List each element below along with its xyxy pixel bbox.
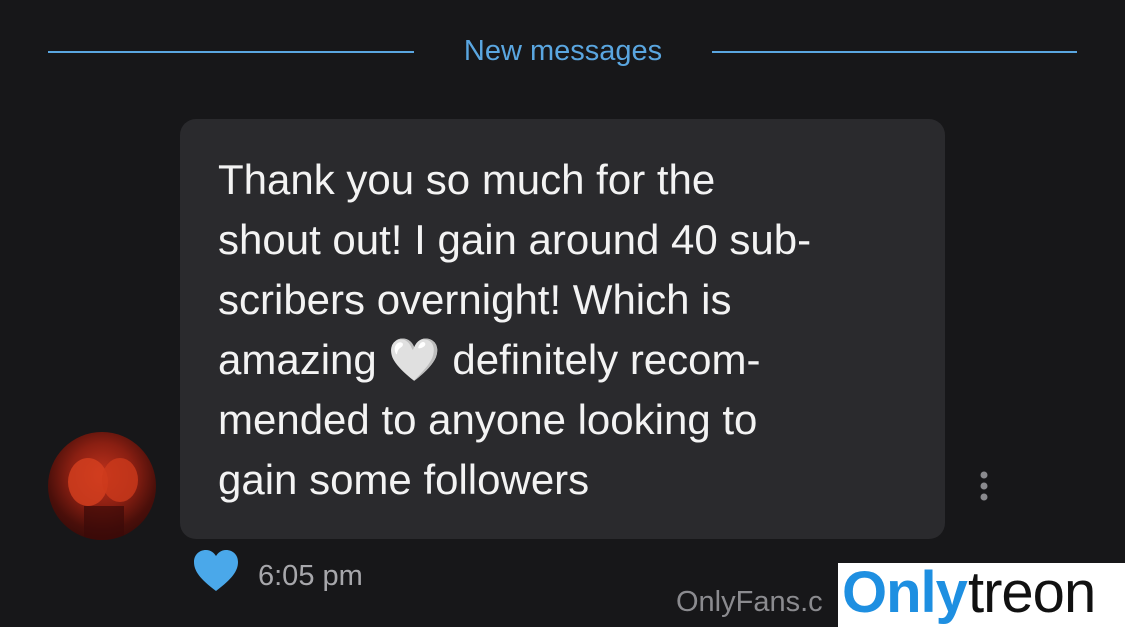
like-button[interactable] (192, 549, 240, 593)
watermark-logo-treon: treon (968, 563, 1096, 625)
more-options-button[interactable] (972, 468, 996, 508)
divider-line-left (48, 51, 414, 53)
more-vertical-icon (980, 471, 988, 501)
message-text: Thank you so much for the shout out! I g… (218, 156, 812, 503)
avatar-photo (68, 458, 138, 540)
message-timestamp: 6:05 pm (258, 560, 363, 592)
heart-icon (194, 550, 238, 591)
watermark-site-text: OnlyFans.c (676, 586, 823, 618)
divider-line-right (712, 51, 1077, 53)
new-messages-label: New messages (463, 35, 663, 67)
avatar[interactable] (48, 432, 156, 540)
watermark-logo: Only treon (838, 563, 1125, 627)
watermark-logo-only: Only (842, 563, 968, 625)
